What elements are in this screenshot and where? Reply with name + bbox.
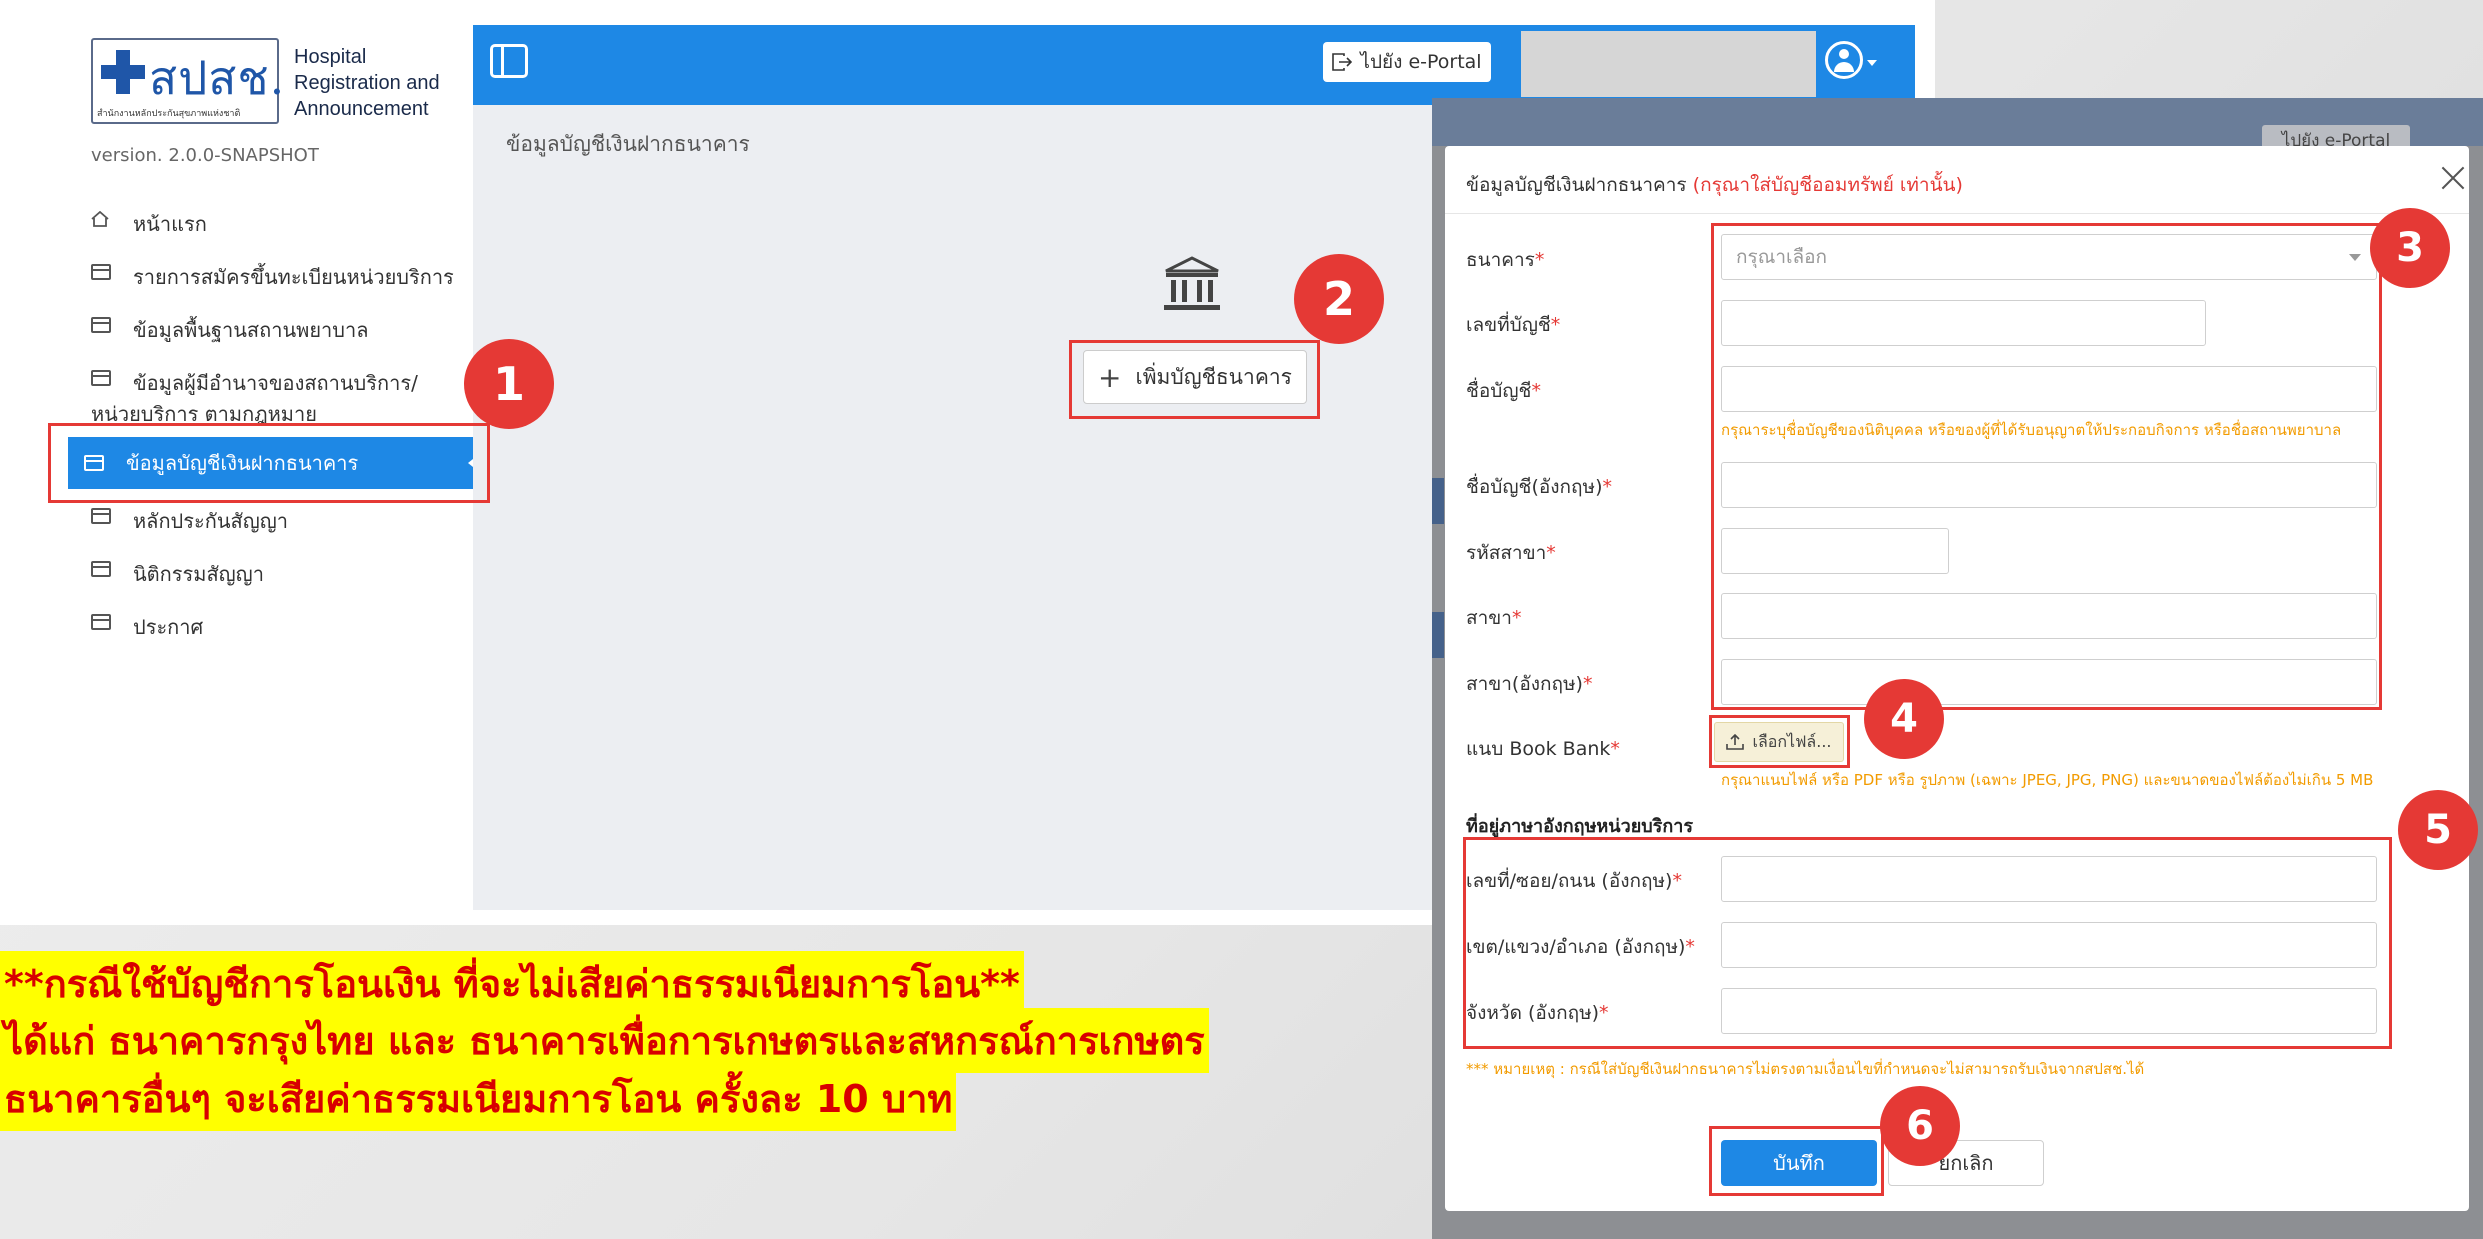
required-marker: * [1511,607,1522,629]
sidebar-item-contract-guarantee[interactable]: หลักประกันสัญญา [91,505,288,537]
branch-code-label: รหัสสาขา* [1466,538,1556,568]
calendar-icon [91,508,111,524]
branch-en-label: สาขา(อังกฤษ)* [1466,669,1592,699]
logout-icon [1332,53,1353,71]
logo-small-text: สำนักงานหลักประกันสุขภาพแห่งชาติ [97,109,241,119]
highlight-box-4 [1709,715,1850,768]
required-marker: * [1546,542,1556,564]
branch-label-text: สาขา [1466,607,1512,629]
account-name-label: ชื่อบัญชี* [1466,376,1541,406]
required-marker: * [1531,380,1541,402]
background-menu-fragment [1432,612,1444,658]
bookbank-hint: กรุณาแนบไฟล์ หรือ PDF หรือ รูปภาพ (เฉพาะ… [1721,771,2374,789]
sidebar-item-label: ข้อมูลผู้มีอำนาจของสถานบริการ/ [133,371,418,395]
callout-badge-3: 3 [2370,208,2450,288]
bookbank-label-text: แนบ Book Bank [1466,738,1611,760]
callout-badge-2: 2 [1294,254,1384,344]
sidebar-item-authorized-person[interactable]: ข้อมูลผู้มีอำนาจของสถานบริการ/ [91,367,418,399]
highlight-box-2 [1069,340,1320,419]
calendar-icon [91,370,111,386]
bank-icon [1164,256,1220,310]
note-line-2: ได้แก่ ธนาคารกรุงไทย และ ธนาคารเพื่อการเ… [0,1008,1209,1073]
app-title: Hospital Registration and Announcement [294,44,440,122]
sidebar-item-hospital-info[interactable]: ข้อมูลพื้นฐานสถานพยาบาล [91,314,368,346]
app-title-line-2: Registration and [294,72,440,94]
calendar-icon [91,317,111,333]
bank-label: ธนาคาร* [1466,245,1544,275]
highlight-box-5 [1463,837,2392,1049]
eportal-button[interactable]: ไปยัง e-Portal [1323,42,1491,82]
app-title-line-3: Announcement [294,98,429,120]
callout-badge-6: 6 [1880,1086,1960,1166]
sidebar-toggle-icon[interactable] [490,44,528,78]
version-text: version. 2.0.0-SNAPSHOT [91,145,319,166]
account-name-en-label: ชื่อบัญชี(อังกฤษ)* [1466,472,1612,502]
callout-badge-1: 1 [464,339,554,429]
sidebar-item-label: รายการสมัครขึ้นทะเบียนหน่วยบริการ [133,265,454,289]
sidebar-item-announcement[interactable]: ประกาศ [91,611,203,643]
sidebar-item-label: ข้อมูลพื้นฐานสถานพยาบาล [133,318,369,342]
sidebar-item-registration-list[interactable]: รายการสมัครขึ้นทะเบียนหน่วยบริการ [91,261,454,293]
background-menu-fragment [1432,478,1444,524]
sidebar-item-label: หน้าแรก [133,212,207,236]
chevron-down-icon[interactable] [1867,60,1877,66]
app-title-line-1: Hospital [294,46,367,68]
close-icon[interactable] [2440,165,2466,191]
branch-label: สาขา* [1466,603,1521,633]
home-icon [91,211,109,227]
calendar-icon [91,561,111,577]
account-name-en-label-text: ชื่อบัญชี(อังกฤษ) [1466,476,1603,498]
highlight-box-6 [1709,1126,1884,1196]
required-marker: * [1602,476,1613,498]
eportal-label: ไปยัง e-Portal [1360,51,1482,73]
sidebar-item-home[interactable]: หน้าแรก [91,208,207,240]
sidebar-item-label: หลักประกันสัญญา [133,509,289,533]
highlight-box-3 [1711,223,2382,710]
callout-badge-4: 4 [1864,679,1944,759]
sidebar-item-label: ประกาศ [133,615,204,639]
required-marker: * [1550,314,1561,336]
required-marker: * [1582,673,1593,695]
sidebar-item-label: นิติกรรมสัญญา [133,562,264,586]
logo-thai-text: สปสช. [149,51,286,105]
branch-code-label-text: รหัสสาขา [1466,542,1547,564]
bookbank-label: แนบ Book Bank* [1466,734,1620,764]
cross-logo-icon [101,50,145,94]
sidebar-item-legal-contract[interactable]: นิติกรรมสัญญา [91,558,264,590]
account-no-label-text: เลขที่บัญชี [1466,314,1551,336]
branch-en-label-text: สาขา(อังกฤษ) [1466,673,1583,695]
account-name-label-text: ชื่อบัญชี [1466,380,1532,402]
user-name-field [1521,31,1816,97]
required-marker: * [1610,738,1620,760]
required-marker: * [1534,249,1545,271]
calendar-icon [91,614,111,630]
page-title: ข้อมูลบัญชีเงินฝากธนาคาร [506,132,750,156]
note-line-3: ธนาคารอื่นๆ จะเสียค่าธรรมเนียมการโอน ครั… [0,1066,957,1131]
nhso-logo: สปสช. สำนักงานหลักประกันสุขภาพแห่งชาติ [91,38,284,124]
highlight-box-1 [48,423,490,503]
footnote: *** หมายเหตุ : กรณีใส่บัญชีเงินฝากธนาคาร… [1466,1060,2145,1078]
address-section-title: ที่อยู่ภาษาอังกฤษหน่วยบริการ [1466,816,1694,837]
callout-badge-5: 5 [2398,790,2478,870]
note-line-1: **กรณีใช้บัญชีการโอนเงิน ที่จะไม่เสียค่า… [0,951,1024,1016]
account-no-label: เลขที่บัญชี* [1466,310,1560,340]
modal-title-note: (กรุณาใส่บัญชีออมทรัพย์ เท่านั้น) [1692,174,1963,196]
bank-label-text: ธนาคาร [1466,249,1535,271]
modal-title: ข้อมูลบัญชีเงินฝากธนาคาร (กรุณาใส่บัญชีอ… [1466,170,1963,200]
user-avatar-icon[interactable] [1825,41,1863,79]
calendar-icon [91,264,111,280]
modal-title-text: ข้อมูลบัญชีเงินฝากธนาคาร [1466,174,1687,196]
